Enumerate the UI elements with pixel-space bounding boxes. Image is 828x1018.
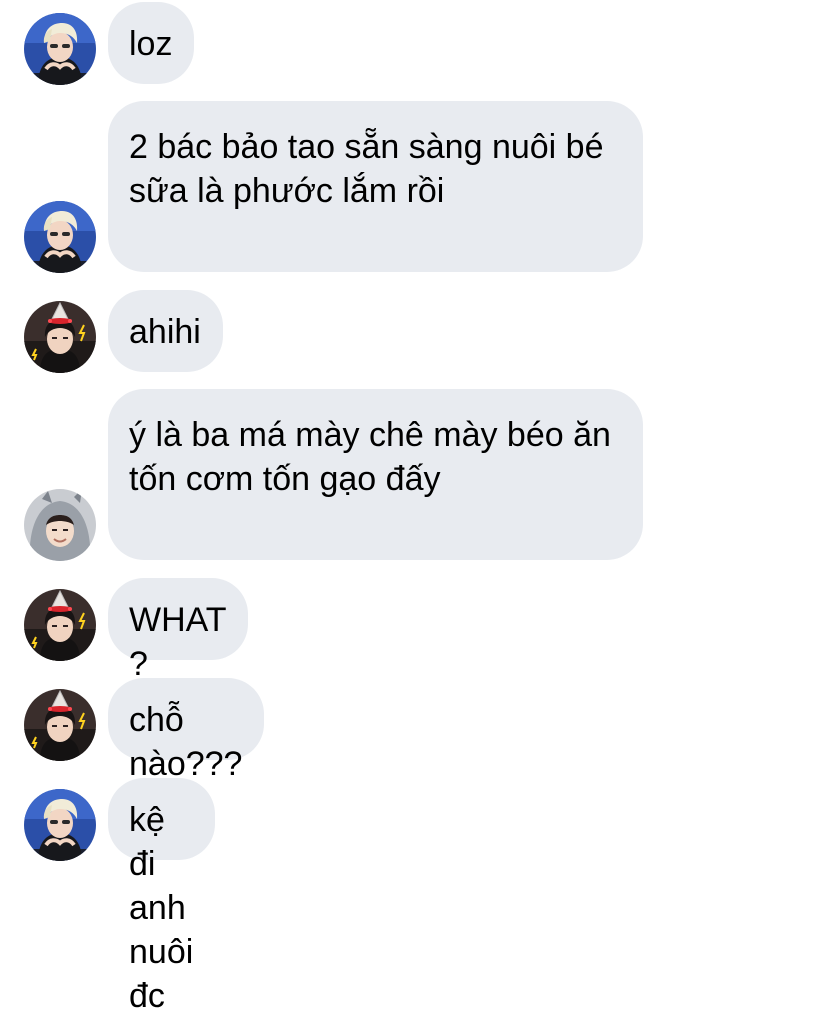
avatar[interactable]	[24, 689, 96, 761]
avatar[interactable]	[24, 201, 96, 273]
message-bubble[interactable]: chỗ nào???	[108, 678, 265, 783]
dark-hair-party-hat-avatar-icon	[24, 589, 96, 661]
message-bubble[interactable]: WHAT ?	[108, 578, 248, 683]
avatar[interactable]	[24, 489, 96, 561]
avatar[interactable]	[24, 789, 96, 861]
hooded-avatar-icon	[24, 489, 96, 561]
dark-hair-party-hat-avatar-icon	[24, 301, 96, 373]
dark-hair-party-hat-avatar-icon	[24, 689, 96, 761]
message-bubble[interactable]: loz	[108, 2, 195, 84]
blond-hair-avatar-icon	[24, 201, 96, 273]
blond-hair-avatar-icon	[24, 789, 96, 861]
avatar[interactable]	[24, 301, 96, 373]
message-bubble[interactable]: 2 bác bảo tao sẵn sàng nuôi bé sữa là ph…	[108, 101, 643, 272]
message-bubble[interactable]: kệ đi anh nuôi đc	[108, 778, 216, 1015]
message-bubble[interactable]: ahihi	[108, 290, 223, 372]
avatar[interactable]	[24, 13, 96, 85]
avatar[interactable]	[24, 589, 96, 661]
message-bubble[interactable]: ý là ba má mày chê mày béo ăn tốn cơm tố…	[108, 389, 643, 560]
blond-hair-avatar-icon	[24, 13, 96, 85]
